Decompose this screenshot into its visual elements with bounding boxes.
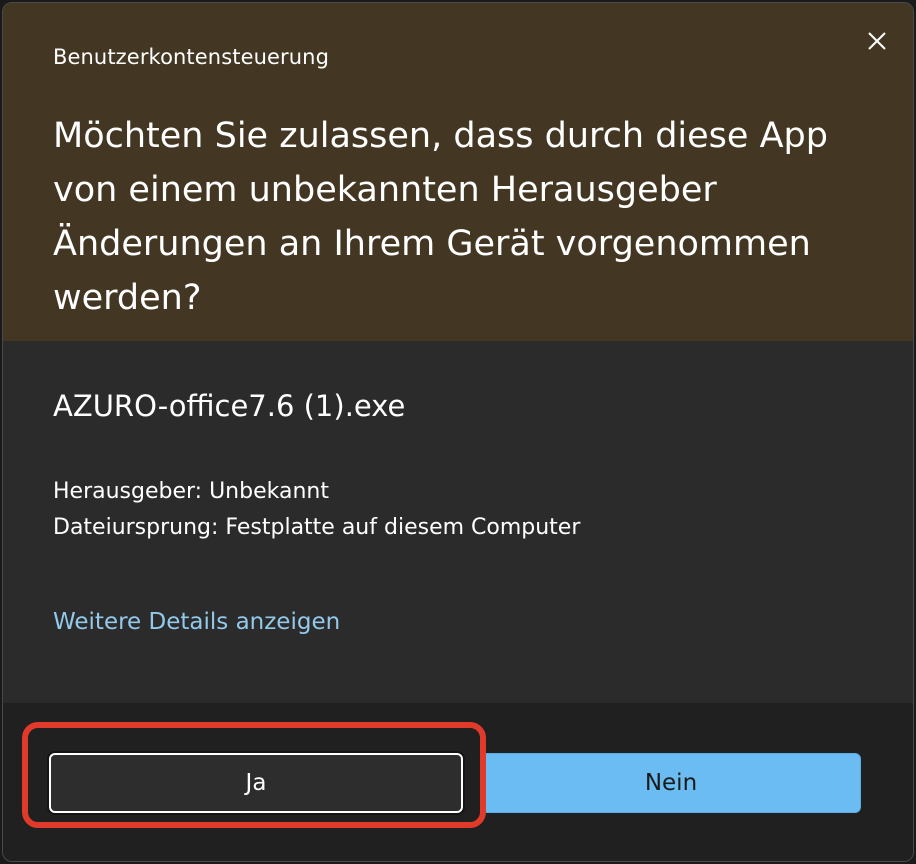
dialog-body: AZURO-office7.6 (1).exe Herausgeber: Unb… (3, 341, 913, 703)
file-origin-info: Dateiursprung: Festplatte auf diesem Com… (53, 515, 581, 540)
close-icon (866, 30, 888, 52)
permission-question: Möchten Sie zulassen, dass durch diese A… (53, 116, 828, 318)
app-name: AZURO-office7.6 (1).exe (53, 389, 406, 423)
close-button[interactable] (857, 21, 897, 61)
dialog-title: Benutzerkontensteuerung (53, 45, 329, 69)
show-more-details-link[interactable]: Weitere Details anzeigen (53, 609, 340, 635)
uac-dialog: Benutzerkontensteuerung Möchten Sie zula… (2, 2, 914, 862)
publisher-info: Herausgeber: Unbekannt (53, 479, 329, 504)
no-button[interactable]: Nein (481, 753, 861, 813)
yes-button[interactable]: Ja (49, 753, 463, 813)
dialog-header: Benutzerkontensteuerung Möchten Sie zula… (3, 3, 913, 341)
dialog-footer: Ja Nein (3, 703, 913, 861)
